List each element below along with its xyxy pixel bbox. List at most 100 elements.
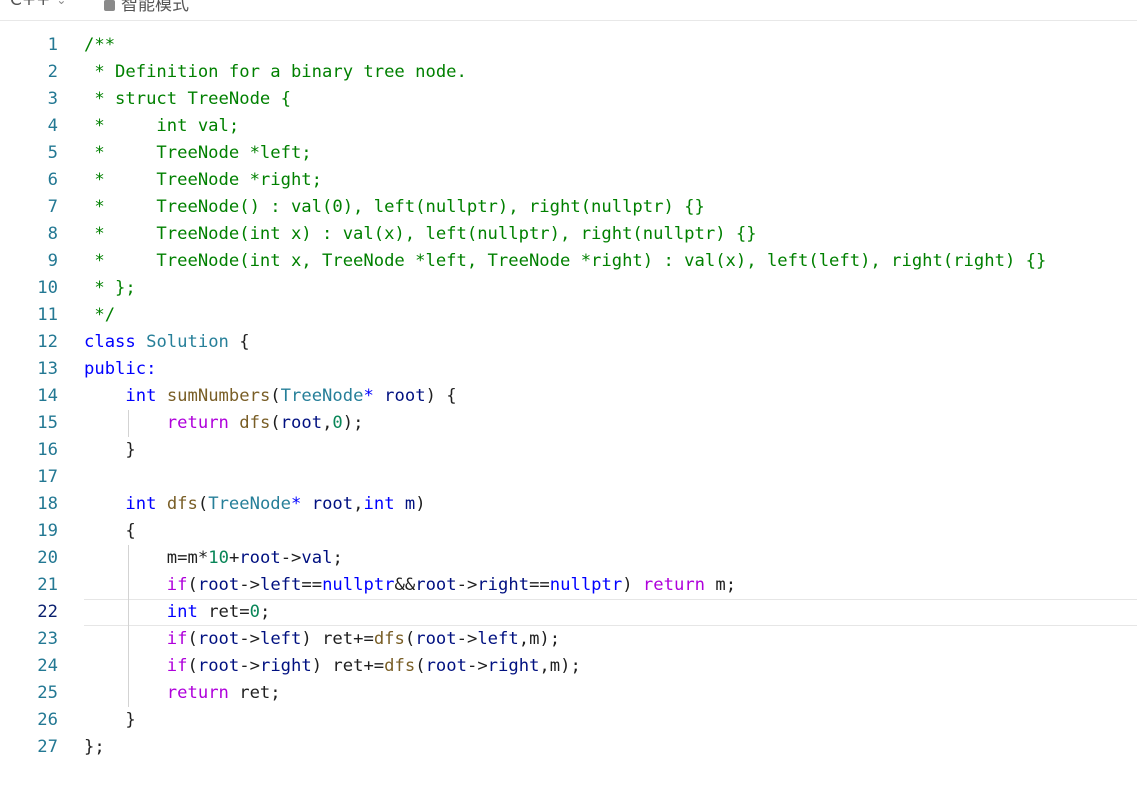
- code-token: ->: [239, 656, 260, 676]
- code-token: (: [187, 656, 198, 676]
- code-line[interactable]: 13 public:: [0, 356, 1137, 383]
- code-token: root: [239, 548, 281, 568]
- code-token: m: [187, 548, 198, 568]
- code-token: * TreeNode *left;: [84, 143, 312, 163]
- code-token: *: [291, 494, 302, 514]
- code-line[interactable]: 7 * TreeNode() : val(0), left(nullptr), …: [0, 194, 1137, 221]
- code-line[interactable]: 11 */: [0, 302, 1137, 329]
- code-line[interactable]: 19 {: [0, 518, 1137, 545]
- line-number: 24: [37, 656, 58, 676]
- line-number: 7: [47, 197, 58, 217]
- code-line[interactable]: 10 * };: [0, 275, 1137, 302]
- code-token: sumNumbers: [166, 386, 271, 406]
- code-line[interactable]: 25 return ret;: [0, 680, 1137, 707]
- code-line[interactable]: 9 * TreeNode(int x, TreeNode *left, Tree…: [0, 248, 1137, 275]
- code-token: 0: [249, 602, 260, 622]
- line-number: 23: [37, 629, 58, 649]
- line-number: 15: [37, 413, 58, 433]
- code-line[interactable]: 12 class Solution {: [0, 329, 1137, 356]
- code-token: &&: [394, 575, 416, 595]
- code-line[interactable]: 20 m=m*10+root->val;: [0, 545, 1137, 572]
- code-text: int ret=0;: [84, 599, 271, 626]
- line-number: 2: [47, 62, 58, 82]
- code-line[interactable]: 2 * Definition for a binary tree node.: [0, 59, 1137, 86]
- code-line[interactable]: 24 if(root->right) ret+=dfs(root->right,…: [0, 653, 1137, 680]
- code-line[interactable]: 6 * TreeNode *right;: [0, 167, 1137, 194]
- code-token: Solution: [146, 332, 229, 352]
- line-number: 21: [37, 575, 58, 595]
- line-number: 5: [47, 143, 58, 163]
- code-token: ->: [280, 548, 302, 568]
- code-token: ==: [529, 575, 550, 595]
- code-token: root: [280, 413, 323, 433]
- code-token: ==: [301, 575, 323, 595]
- code-token: 10: [208, 548, 229, 568]
- line-number: 26: [37, 710, 58, 730]
- code-token: int: [125, 386, 157, 406]
- code-text: int sumNumbers(TreeNode* root) {: [84, 383, 457, 410]
- code-line[interactable]: 17: [0, 464, 1137, 491]
- code-token: ) ret+=: [311, 656, 385, 676]
- code-token: ,: [322, 413, 333, 433]
- code-text: * TreeNode() : val(0), left(nullptr), ri…: [84, 194, 705, 221]
- code-token: };: [84, 737, 105, 757]
- code-token: ) {: [425, 386, 457, 406]
- code-line[interactable]: 18 int dfs(TreeNode* root,int m): [0, 491, 1137, 518]
- smart-mode-toggle[interactable]: 智能模式: [104, 0, 189, 15]
- code-text: * struct TreeNode {: [84, 86, 291, 113]
- code-token: if: [166, 656, 188, 676]
- code-line[interactable]: 3 * struct TreeNode {: [0, 86, 1137, 113]
- code-line[interactable]: 14 int sumNumbers(TreeNode* root) {: [0, 383, 1137, 410]
- code-token: return: [166, 683, 229, 703]
- code-editor[interactable]: 1 /** 2 * Definition for a binary tree nod…: [0, 32, 1137, 761]
- code-token: val: [301, 548, 333, 568]
- code-token: m: [404, 494, 416, 514]
- code-token: root: [311, 494, 354, 514]
- code-line[interactable]: 5 * TreeNode *left;: [0, 140, 1137, 167]
- code-line[interactable]: 22 int ret=0;: [0, 599, 1137, 626]
- code-line[interactable]: 21 if(root->left==nullptr&&root->right==…: [0, 572, 1137, 599]
- code-text: * TreeNode *right;: [84, 167, 322, 194]
- code-token: public:: [84, 359, 157, 379]
- code-text: * TreeNode *left;: [84, 140, 312, 167]
- code-token: * };: [84, 278, 136, 298]
- code-token: ->: [239, 629, 260, 649]
- line-number: 16: [37, 440, 58, 460]
- code-token: 0: [332, 413, 343, 433]
- code-line[interactable]: 23 if(root->left) ret+=dfs(root->left,m)…: [0, 626, 1137, 653]
- line-number: 1: [47, 35, 58, 55]
- code-token: dfs: [384, 656, 416, 676]
- code-token: right: [259, 656, 312, 676]
- code-line[interactable]: 27};: [0, 734, 1137, 761]
- code-token: root: [425, 656, 467, 676]
- code-line[interactable]: 8 * TreeNode(int x) : val(x), left(nullp…: [0, 221, 1137, 248]
- code-line[interactable]: 26 }: [0, 707, 1137, 734]
- code-token: TreeNode: [280, 386, 364, 406]
- code-token: ;: [332, 548, 343, 568]
- code-token: }: [84, 710, 136, 730]
- language-selector[interactable]: C++ ⌄: [10, 0, 66, 10]
- code-token: }: [84, 440, 136, 460]
- code-token: * TreeNode() : val(0), left(nullptr), ri…: [84, 197, 705, 217]
- line-number: 9: [47, 251, 58, 271]
- code-line[interactable]: 15 return dfs(root,0);: [0, 410, 1137, 437]
- code-line[interactable]: 4 * int val;: [0, 113, 1137, 140]
- code-text: * Definition for a binary tree node.: [84, 59, 467, 86]
- code-line[interactable]: 1 /**: [0, 32, 1137, 59]
- code-text: class Solution {: [84, 329, 250, 356]
- mode-icon: [104, 0, 115, 11]
- code-token: *: [363, 386, 374, 406]
- code-text: if(root->left==nullptr&&root->right==nul…: [84, 572, 736, 599]
- code-token: (: [270, 386, 281, 406]
- code-line[interactable]: 16 }: [0, 437, 1137, 464]
- code-text: }: [84, 707, 136, 734]
- code-token: if: [166, 575, 188, 595]
